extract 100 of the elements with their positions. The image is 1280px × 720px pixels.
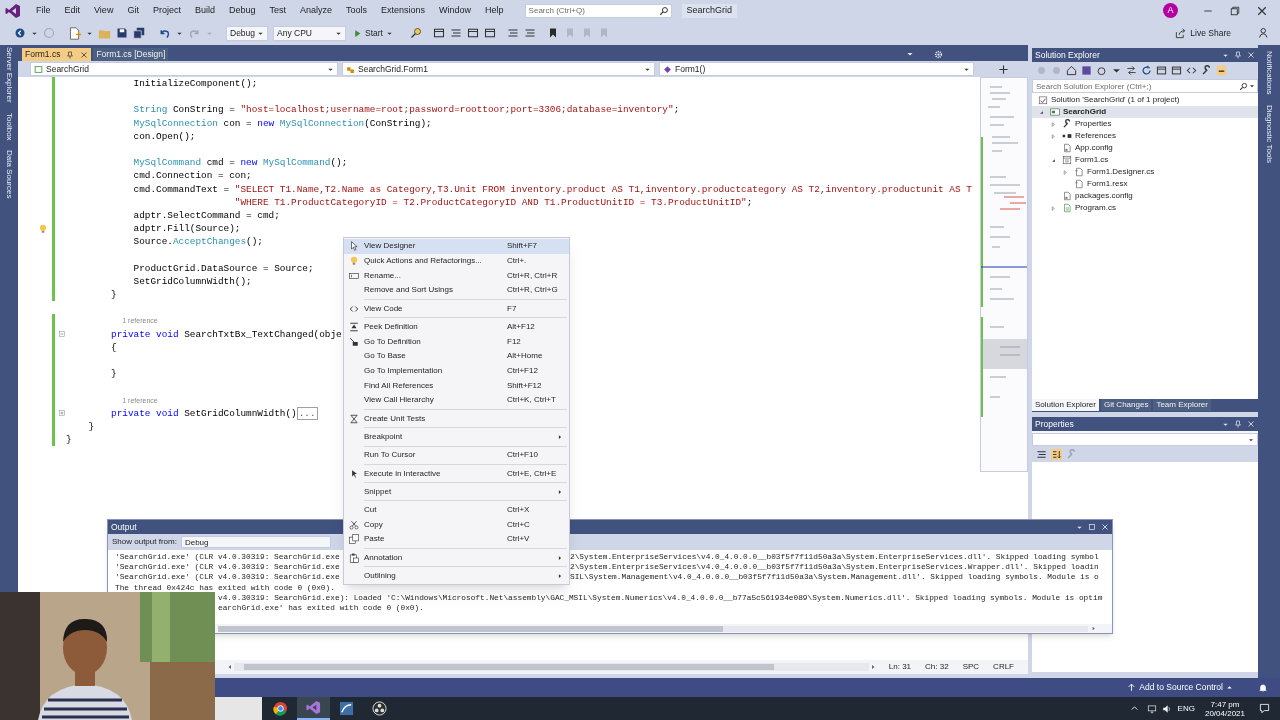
side-tab[interactable]: Server Explorer: [3, 47, 15, 103]
search-field[interactable]: Search (Ctrl+Q): [524, 3, 672, 18]
maximize-icon[interactable]: [1088, 523, 1096, 531]
menu-item[interactable]: Peek Definition Alt+F12: [344, 319, 569, 335]
refresh-icon[interactable]: [1141, 65, 1152, 76]
side-tab[interactable]: Data Sources: [3, 150, 15, 199]
tree-item[interactable]: Form1.Designer.cs: [1032, 166, 1258, 178]
menu-item[interactable]: Extensions: [374, 0, 433, 21]
navigation-dropdown[interactable]: SearchGrid.Form1: [342, 62, 655, 76]
clock-date[interactable]: 20/04/2021: [1204, 708, 1245, 718]
speaker-icon[interactable]: [1161, 703, 1172, 714]
configuration-dropdown[interactable]: Debug: [226, 25, 268, 41]
lines-icon[interactable]: [523, 27, 536, 39]
panel-tab[interactable]: Solution Explorer: [1032, 399, 1099, 411]
menu-item[interactable]: Edit: [57, 0, 88, 21]
menu-item[interactable]: Debug: [221, 0, 263, 21]
editor-tab[interactable]: Form1.cs: [22, 48, 92, 61]
lines-icon[interactable]: [449, 27, 462, 39]
horizontal-scrollbar[interactable]: [218, 625, 1088, 632]
find-icon[interactable]: [409, 27, 422, 39]
start-button[interactable]: Start: [351, 25, 395, 41]
caret-icon[interactable]: [906, 50, 914, 58]
status-text[interactable]: Ln: 31: [888, 661, 912, 673]
navigation-dropdown[interactable]: Form1(): [659, 62, 974, 76]
settings-icon[interactable]: [934, 50, 943, 59]
menu-item[interactable]: Build: [187, 0, 222, 21]
side-tab[interactable]: Toolbox: [3, 112, 15, 141]
menu-item[interactable]: View Call Hierarchy Ctrl+K, Ctrl+T: [344, 393, 569, 408]
save-icon[interactable]: [116, 27, 128, 39]
close-icon[interactable]: [1256, 4, 1268, 17]
panel-tab[interactable]: Git Changes: [1100, 399, 1152, 411]
lines-icon[interactable]: [506, 27, 519, 39]
menu-item[interactable]: Annotation: [344, 550, 569, 566]
tree-item[interactable]: Form1.resx: [1032, 178, 1258, 190]
navigation-dropdown[interactable]: SearchGrid: [30, 62, 338, 76]
editor-tab[interactable]: Form1.cs [Design]: [93, 48, 169, 61]
tree-item[interactable]: Form1.cs: [1032, 154, 1258, 166]
menu-item[interactable]: Test: [262, 0, 293, 21]
menu-item[interactable]: Tools: [339, 0, 375, 21]
avatar[interactable]: A: [1163, 3, 1178, 18]
platform-dropdown[interactable]: Any CPU: [273, 25, 346, 41]
network-icon[interactable]: [1146, 703, 1157, 714]
close-icon[interactable]: [80, 50, 89, 59]
preview-icon[interactable]: [1216, 65, 1227, 76]
menu-item[interactable]: Outlining: [344, 568, 569, 584]
categorized-icon[interactable]: [1036, 448, 1047, 460]
side-tab[interactable]: Diagnostic Tools: [1263, 104, 1275, 163]
tree-item[interactable]: Solution 'SearchGrid' (1 of 1 project): [1032, 94, 1258, 106]
live-share-button[interactable]: Live Share: [1175, 25, 1231, 41]
menu-item[interactable]: Remove and Sort Usings Ctrl+R, Ctrl+G: [344, 283, 569, 298]
window-icon[interactable]: [483, 27, 496, 39]
menu-item[interactable]: Rename... Ctrl+R, Ctrl+R: [344, 268, 569, 284]
tree-item[interactable]: Properties: [1032, 118, 1258, 130]
source-control-button[interactable]: Add to Source Control: [1127, 681, 1233, 694]
taskbar-app[interactable]: [297, 697, 330, 720]
switch-icon[interactable]: [1126, 65, 1137, 76]
pin-icon[interactable]: [66, 50, 75, 59]
menu-item[interactable]: View Designer Shift+F7: [344, 239, 569, 254]
menu-item[interactable]: Copy Ctrl+C: [344, 517, 569, 533]
bell-icon[interactable]: [1258, 682, 1268, 693]
menu-item[interactable]: Breakpoint: [344, 429, 569, 445]
expand-toggle-icon[interactable]: [57, 409, 66, 418]
tree-item[interactable]: packages.config: [1032, 190, 1258, 202]
menu-item[interactable]: Window: [432, 0, 479, 21]
split-view-icon[interactable]: [998, 63, 1009, 75]
window-icon[interactable]: [432, 27, 445, 39]
collapse-toggle-icon[interactable]: [57, 330, 66, 339]
window-icon[interactable]: [466, 27, 479, 39]
menu-item[interactable]: Help: [478, 0, 511, 21]
output-source-dropdown[interactable]: Debug: [180, 536, 331, 548]
notification-icon[interactable]: [1259, 703, 1270, 714]
menu-item[interactable]: Git: [120, 0, 146, 21]
menu-item[interactable]: Go To Base Alt+Home: [344, 349, 569, 364]
tree-item[interactable]: References: [1032, 130, 1258, 142]
code-icon[interactable]: [1186, 65, 1197, 76]
tree-item[interactable]: Program.cs: [1032, 202, 1258, 214]
save-all-icon[interactable]: [133, 27, 145, 39]
menu-item[interactable]: Create Unit Tests: [344, 411, 569, 427]
restore-icon[interactable]: [1229, 4, 1241, 17]
horizontal-scrollbar[interactable]: [234, 663, 869, 671]
menu-item[interactable]: Analyze: [293, 0, 339, 21]
menu-item[interactable]: Run To Cursor Ctrl+F10: [344, 447, 569, 463]
menu-item[interactable]: View: [87, 0, 121, 21]
tree-item[interactable]: App.config: [1032, 142, 1258, 154]
home-icon[interactable]: [1066, 65, 1077, 76]
feedback-icon[interactable]: [1258, 27, 1270, 39]
search-field[interactable]: Search Solution Explorer (Ctrl+;): [1032, 79, 1258, 93]
wrench-icon[interactable]: [1201, 65, 1212, 76]
menu-item[interactable]: Snippet: [344, 484, 569, 500]
menu-item[interactable]: Cut Ctrl+X: [344, 502, 569, 518]
menu-item[interactable]: Execute in Interactive Ctrl+E, Ctrl+E: [344, 466, 569, 481]
alphabetical-icon[interactable]: [1051, 448, 1062, 460]
navigate-back-icon[interactable]: [14, 27, 26, 39]
menu-item[interactable]: View Code F7: [344, 301, 569, 317]
scroll-left-icon[interactable]: [226, 663, 234, 671]
menu-item[interactable]: Project: [145, 0, 188, 21]
tree-item[interactable]: SearchGrid: [1032, 106, 1258, 118]
side-tab[interactable]: Notifications: [1263, 51, 1275, 95]
menu-item[interactable]: Go To Implementation Ctrl+F12: [344, 363, 569, 379]
menu-item[interactable]: Quick Actions and Refactorings... Ctrl+.: [344, 253, 569, 269]
